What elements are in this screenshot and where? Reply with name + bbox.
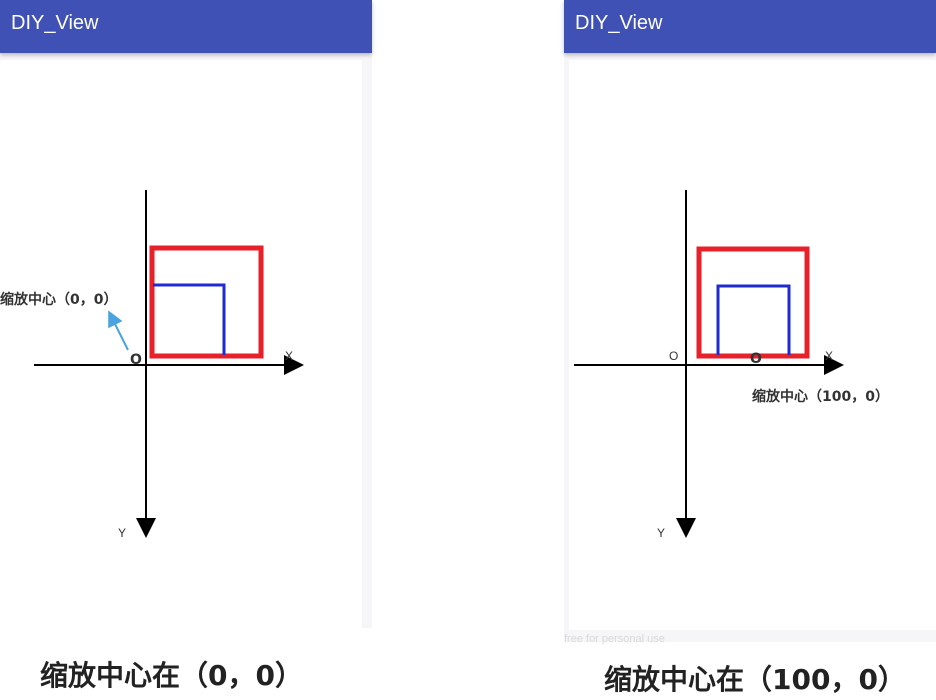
outer-red-rect [149, 245, 264, 359]
inner-blue-rect [153, 283, 226, 355]
caption-right: 缩放中心在（100，0） [604, 663, 906, 696]
origin-label: O [669, 349, 678, 363]
scale-center-annotation: 缩放中心（0，0） [0, 291, 117, 308]
scale-center-marker: O [750, 351, 762, 367]
scale-diagram: X Y O 缩放中心（0，0） X Y O O 缩放中心（100，0） [0, 190, 889, 540]
x-axis-label: X [825, 349, 833, 363]
outer-red-rect [696, 246, 810, 359]
scale-center-annotation: 缩放中心（100，0） [752, 388, 889, 405]
inner-blue-rect [716, 284, 791, 355]
origin-label: O [130, 352, 142, 368]
y-axis-label: Y [118, 526, 126, 540]
right-diagram: X Y O O 缩放中心（100，0） [574, 190, 889, 540]
watermark: free for personal use [564, 633, 665, 645]
caption-left: 缩放中心在（0，0） [40, 659, 303, 692]
left-diagram: X Y O 缩放中心（0，0） [0, 190, 304, 540]
x-axis-label: X [285, 349, 293, 363]
annotation-arrow [108, 310, 129, 351]
y-axis-label: Y [657, 526, 665, 540]
